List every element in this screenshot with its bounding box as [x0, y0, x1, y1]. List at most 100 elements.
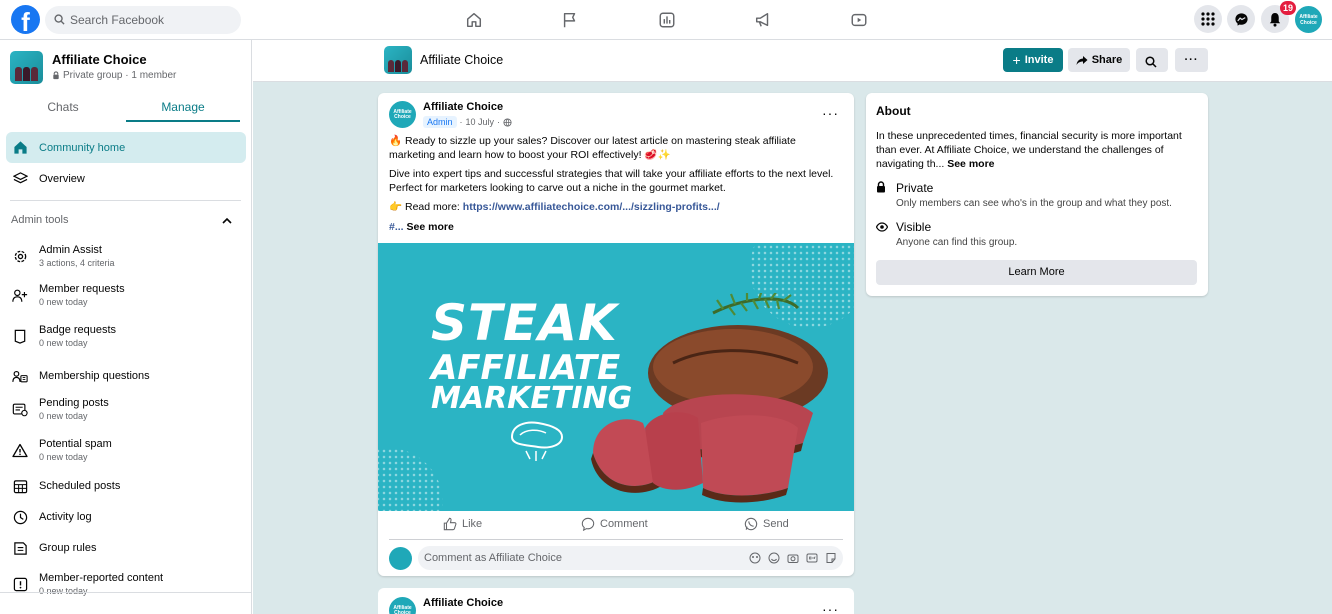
- active-tab-indicator: [126, 120, 240, 122]
- group-name[interactable]: Affiliate Choice: [52, 52, 147, 67]
- sidebar-item-sub: 0 new today: [39, 411, 88, 421]
- sidebar-item-sub: 3 actions, 4 criteria: [39, 258, 115, 268]
- learn-more-button[interactable]: Learn More: [876, 260, 1197, 285]
- messenger-icon[interactable]: [1227, 5, 1255, 33]
- sidebar-item-label: Membership questions: [39, 370, 150, 382]
- visibility-row: Visible Anyone can find this group.: [875, 220, 1017, 248]
- group-thumbnail[interactable]: [10, 51, 43, 84]
- lock-icon: [876, 181, 896, 209]
- people-question-icon: [9, 369, 31, 384]
- sidebar-item-activity-log[interactable]: Activity log: [6, 505, 246, 529]
- plus-icon: +: [1012, 52, 1021, 68]
- invite-button[interactable]: + Invite: [1003, 48, 1063, 72]
- flag-icon[interactable]: [559, 9, 581, 31]
- post-author-name[interactable]: Affiliate Choice: [423, 597, 503, 609]
- group-header-title[interactable]: Affiliate Choice: [420, 53, 503, 67]
- group-meta-text: Private group · 1 member: [63, 70, 177, 81]
- share-label: Share: [1091, 54, 1123, 66]
- sidebar-item-member-reported-content[interactable]: Member-reported content 0 new today: [6, 568, 246, 600]
- send-button[interactable]: Send: [744, 517, 789, 531]
- top-bar: f 19 Affiliate Choice: [0, 0, 1332, 40]
- post-options-icon[interactable]: ···: [822, 105, 839, 121]
- sidebar-item-overview[interactable]: Overview: [6, 163, 246, 194]
- post-paragraph: Dive into expert tips and successful str…: [389, 168, 834, 194]
- hashtag[interactable]: #...: [389, 221, 404, 233]
- sidebar-item-label: Group rules: [39, 542, 97, 554]
- sidebar-item-label: Admin Assist: [39, 244, 102, 256]
- tab-manage[interactable]: Manage: [126, 100, 240, 122]
- report-icon: [9, 577, 31, 592]
- comment-box[interactable]: [418, 546, 843, 570]
- comment-button[interactable]: Comment: [581, 517, 648, 531]
- home-icon[interactable]: [463, 9, 485, 31]
- avatar-sticker-icon[interactable]: [749, 552, 761, 564]
- chevron-up-icon[interactable]: [221, 215, 233, 227]
- admin-tools-heading: Admin tools: [11, 214, 69, 226]
- tab-chats[interactable]: Chats: [0, 100, 126, 122]
- post-hashtag-line: #... See more: [389, 221, 844, 235]
- about-card: About In these unprecedented times, fina…: [866, 93, 1208, 296]
- sidebar-item-group-rules[interactable]: Group rules: [6, 536, 246, 560]
- sidebar-item-label: Community home: [39, 141, 126, 154]
- gif-icon[interactable]: [806, 552, 818, 564]
- search-input[interactable]: [70, 6, 235, 34]
- more-options-button[interactable]: ···: [1175, 48, 1208, 72]
- divider: [10, 200, 241, 201]
- search-bar[interactable]: [45, 6, 241, 34]
- group-thumbnail[interactable]: [384, 46, 412, 74]
- more-dots-icon: ···: [1184, 54, 1199, 66]
- apps-menu-icon[interactable]: [1194, 5, 1222, 33]
- badge-icon: [9, 329, 31, 344]
- post-date[interactable]: 10 July: [466, 117, 495, 127]
- sidebar-item-membership-questions[interactable]: Membership questions: [6, 364, 246, 388]
- meta-separator: ·: [497, 117, 501, 127]
- sidebar-item-scheduled-posts[interactable]: Scheduled posts: [6, 474, 246, 498]
- sidebar-item-community-home[interactable]: Community home: [6, 132, 246, 163]
- thumbs-up-icon: [443, 517, 457, 531]
- post-options-icon[interactable]: ···: [822, 601, 839, 614]
- profile-avatar[interactable]: Affiliate Choice: [1294, 5, 1323, 34]
- emoji-icon[interactable]: [768, 552, 780, 564]
- avatar-text: Affiliate Choice: [1299, 13, 1318, 26]
- post-author-avatar[interactable]: Affiliate Choice: [389, 101, 416, 128]
- megaphone-icon[interactable]: [752, 9, 774, 31]
- post-author-name[interactable]: Affiliate Choice: [423, 101, 503, 113]
- comment-label: Comment: [600, 518, 648, 530]
- rules-icon: [9, 541, 31, 556]
- sticker-icon[interactable]: [825, 552, 837, 564]
- sidebar-item-label: Member-reported content: [39, 572, 164, 584]
- sidebar-item-label: Member requests: [39, 283, 125, 295]
- sidebar-item-admin-assist[interactable]: Admin Assist 3 actions, 4 criteria: [6, 240, 246, 272]
- privacy-row: Private Only members can see who's in the…: [876, 181, 1172, 209]
- post-meta: Admin · 10 July ·: [423, 116, 512, 128]
- sidebar-item-sub: 0 new today: [39, 452, 88, 462]
- video-icon[interactable]: [848, 9, 870, 31]
- avatar-text: Affiliate Choice: [393, 604, 412, 614]
- sidebar-item-label: Pending posts: [39, 397, 109, 409]
- sidebar-item-potential-spam[interactable]: Potential spam 0 new today: [6, 434, 246, 466]
- comment-input[interactable]: [424, 546, 724, 570]
- avatar-text: Affiliate Choice: [393, 108, 412, 120]
- post-author-avatar[interactable]: Affiliate Choice: [389, 597, 416, 614]
- post-paragraph: 🔥 Ready to sizzle up your sales? Discove…: [389, 135, 796, 161]
- sidebar-item-badge-requests[interactable]: Badge requests 0 new today: [6, 320, 246, 352]
- post-card: Affiliate Choice Affiliate Choice Admin …: [378, 93, 854, 576]
- share-button[interactable]: Share: [1068, 48, 1130, 72]
- facebook-logo-icon[interactable]: f: [11, 5, 40, 34]
- commenter-avatar[interactable]: [389, 547, 412, 570]
- search-icon: [54, 14, 65, 25]
- divider: [0, 592, 251, 593]
- post-read-more-line: 👉 Read more: https://www.affiliatechoice…: [389, 201, 844, 215]
- chart-icon[interactable]: [656, 9, 678, 31]
- sidebar-item-pending-posts[interactable]: Pending posts 0 new today: [6, 393, 246, 425]
- camera-icon[interactable]: [787, 552, 799, 564]
- post-image[interactable]: STEAK AFFILIATE MARKETING: [378, 243, 854, 511]
- like-button[interactable]: Like: [443, 517, 482, 531]
- add-person-icon: [9, 288, 31, 303]
- group-search-button[interactable]: [1136, 48, 1168, 72]
- see-more-link[interactable]: See more: [947, 158, 994, 170]
- post-link[interactable]: https://www.affiliatechoice.com/.../sizz…: [463, 201, 720, 213]
- admin-badge: Admin: [423, 116, 457, 128]
- sidebar-item-member-requests[interactable]: Member requests 0 new today: [6, 279, 246, 311]
- see-more-link[interactable]: See more: [407, 221, 454, 233]
